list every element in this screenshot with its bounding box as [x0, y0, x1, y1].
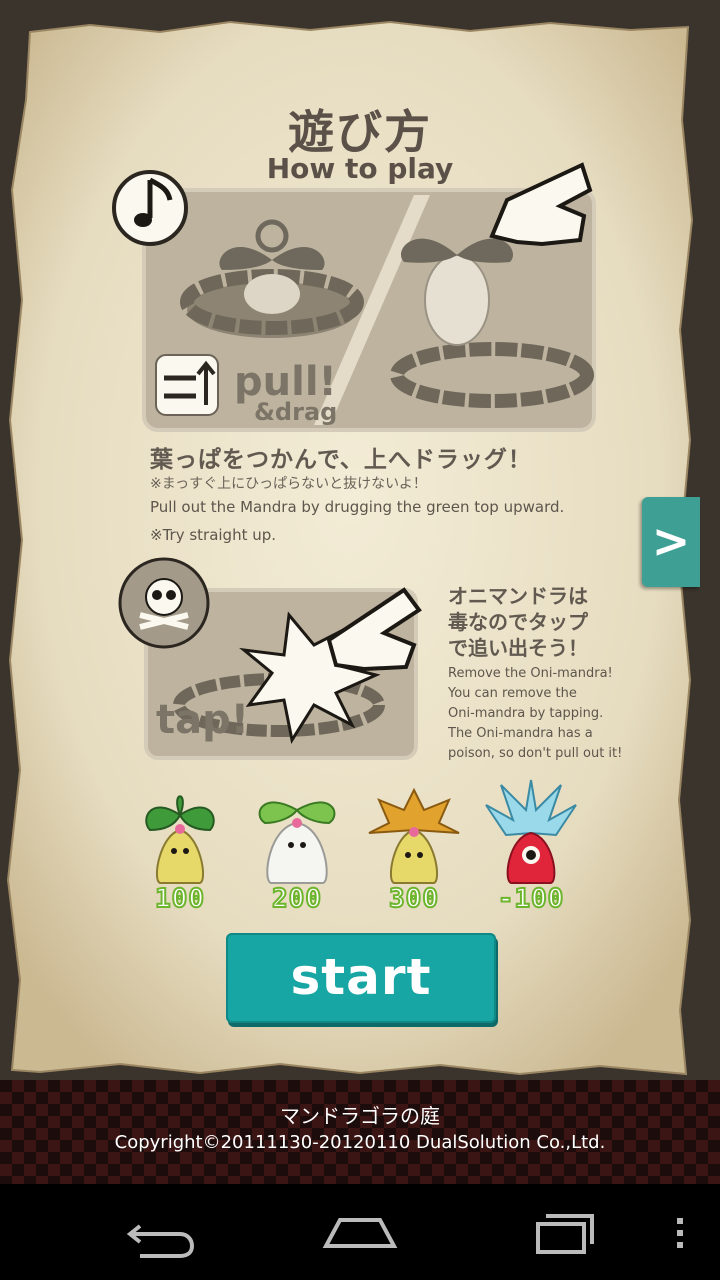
pull-illustration: pull! &drag — [112, 162, 596, 432]
oni-text-en-line: Remove the Oni-mandra! — [448, 666, 613, 681]
oni-text-jp-line: で追い出そう！ — [448, 636, 588, 660]
tap-label: tap! — [156, 697, 249, 743]
gold-mandra-icon — [368, 787, 460, 884]
oni-text-jp-line: 毒なのでタップ — [448, 610, 588, 634]
score-label: 100 — [154, 883, 205, 915]
oni-text-en-line: poison, so don't pull out it! — [448, 746, 623, 761]
score-label: -100 — [497, 883, 565, 915]
pull-instruction-jp: 葉っぱをつかんで、上へドラッグ！ — [150, 447, 532, 473]
start-button[interactable]: start — [226, 933, 496, 1023]
tap-illustration: tap! — [118, 557, 422, 760]
drag-label: &drag — [254, 398, 337, 426]
pull-note-en: ※Try straight up. — [150, 526, 277, 544]
oni-text-jp: オニマンドラは 毒なのでタップ で追い出そう！ — [448, 583, 618, 661]
oni-text-jp-line: オニマンドラは — [448, 584, 588, 608]
footer-copyright: Copyright©20111130-20120110 DualSolution… — [114, 1132, 606, 1153]
oni-mandra-icon — [485, 779, 577, 884]
skull-icon — [118, 557, 210, 649]
oni-text-en-line: You can remove the — [448, 686, 577, 701]
oni-text-en: Remove the Oni-mandra! You can remove th… — [448, 664, 648, 764]
next-page-button[interactable]: > — [642, 497, 700, 587]
recents-icon[interactable] — [520, 1200, 600, 1264]
oni-text-en-line: The Oni-mandra has a — [448, 726, 593, 741]
green-mandra-icon — [145, 795, 215, 884]
footer-app-title: マンドラゴラの庭 — [280, 1104, 440, 1128]
mandra-characters — [145, 779, 577, 884]
oni-text-en-line: Oni-mandra by tapping. — [448, 706, 604, 721]
white-mandra-icon — [258, 801, 336, 884]
pull-instruction-en: Pull out the Mandra by drugging the gree… — [150, 498, 565, 516]
score-label: 300 — [388, 883, 439, 915]
menu-icon[interactable] — [660, 1200, 700, 1264]
home-icon[interactable] — [320, 1200, 400, 1264]
pull-note-jp: ※まっすぐ上にひっぱらないと抜けないよ！ — [150, 476, 427, 492]
back-icon[interactable] — [120, 1200, 200, 1264]
score-label: 200 — [271, 883, 322, 915]
drag-up-icon — [155, 354, 219, 416]
